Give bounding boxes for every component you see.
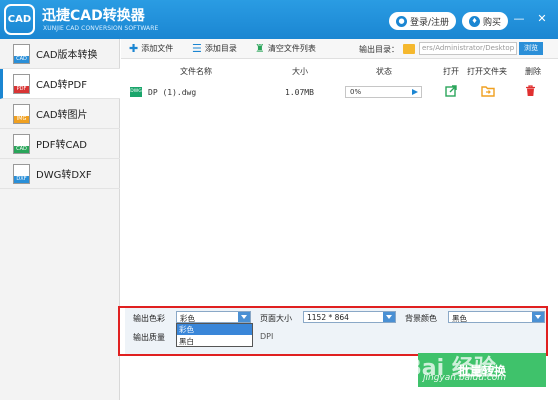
file-name: DP (1).dwg: [148, 88, 197, 97]
add-folder-button[interactable]: ☰ 添加目录: [192, 43, 237, 54]
login-button[interactable]: ● 登录/注册: [389, 12, 457, 30]
sidebar: CAD CAD版本转换 PDF CAD转PDF IMG CAD转图片 CAD P…: [0, 39, 120, 400]
header-name: 文件名称: [180, 67, 212, 76]
list-icon: ☰: [192, 42, 202, 55]
sidebar-item-label: CAD转PDF: [36, 80, 88, 91]
header-size: 大小: [292, 67, 308, 76]
dwg-dxf-icon: DXF: [13, 163, 30, 184]
play-icon[interactable]: [412, 89, 418, 95]
folder-icon: [403, 44, 415, 54]
broom-icon: ♜: [255, 42, 265, 55]
clear-list-button[interactable]: ♜ 清空文件列表: [255, 43, 316, 54]
buy-label: 购买: [483, 17, 502, 28]
sidebar-item-label: DWG转DXF: [36, 170, 92, 181]
sidebar-item-cad-version[interactable]: CAD CAD版本转换: [0, 39, 120, 69]
sidebar-item-label: CAD转图片: [36, 110, 88, 121]
cad-version-icon: CAD: [13, 43, 30, 64]
highlight-frame: [118, 306, 548, 356]
title-bar: CAD 迅捷CAD转换器 XUNJIE CAD CONVERSION SOFTW…: [0, 0, 558, 39]
dwg-file-icon: DWG: [130, 87, 142, 97]
cart-icon: ♦: [469, 15, 480, 27]
header-open-folder: 打开文件夹: [467, 67, 507, 76]
add-file-label: 添加文件: [141, 44, 174, 53]
header-status: 状态: [376, 67, 392, 76]
file-size: 1.07MB: [285, 88, 314, 97]
open-file-icon[interactable]: [445, 85, 457, 97]
output-dir-label: 输出目录：: [359, 45, 399, 54]
clear-list-label: 清空文件列表: [267, 44, 316, 53]
sidebar-item-label: PDF转CAD: [36, 140, 88, 151]
sidebar-item-pdf-cad[interactable]: CAD PDF转CAD: [0, 129, 120, 159]
progress-bar: 0%: [345, 86, 422, 98]
sidebar-item-cad-pdf[interactable]: PDF CAD转PDF: [0, 69, 120, 99]
sidebar-item-cad-image[interactable]: IMG CAD转图片: [0, 99, 120, 129]
buy-button[interactable]: ♦ 购买: [462, 12, 509, 30]
cad-image-icon: IMG: [13, 103, 30, 124]
pdf-cad-icon: CAD: [13, 133, 30, 154]
plus-icon: ✚: [129, 42, 139, 55]
add-file-button[interactable]: ✚ 添加文件: [129, 43, 173, 54]
delete-icon[interactable]: [525, 85, 536, 97]
progress-text: 0%: [350, 88, 362, 96]
cad-pdf-icon: PDF: [13, 73, 30, 94]
watermark-url: jingyan.baidu.com: [423, 373, 507, 383]
table-row: DWG DP (1).dwg 1.07MB 0%: [121, 80, 549, 102]
user-icon: ●: [396, 15, 407, 27]
app-title: 迅捷CAD转换器: [42, 8, 145, 24]
minimize-button[interactable]: —: [512, 12, 526, 25]
login-label: 登录/注册: [410, 17, 450, 28]
open-folder-icon[interactable]: [481, 85, 495, 97]
header-open: 打开: [443, 67, 459, 76]
app-logo: CAD: [4, 4, 35, 35]
toolbar: ✚ 添加文件 ☰ 添加目录 ♜ 清空文件列表 输出目录： ers/Adminis…: [121, 39, 558, 59]
close-button[interactable]: ✕: [535, 12, 549, 25]
sidebar-item-label: CAD版本转换: [36, 50, 98, 61]
sidebar-item-dwg-dxf[interactable]: DXF DWG转DXF: [0, 159, 120, 189]
output-path-field[interactable]: ers/Administrator/Desktop: [419, 42, 517, 55]
header-delete: 删除: [525, 67, 541, 76]
app-subtitle: XUNJIE CAD CONVERSION SOFTWARE: [43, 25, 159, 32]
add-folder-label: 添加目录: [204, 44, 237, 53]
browse-button[interactable]: 浏览: [519, 42, 543, 55]
